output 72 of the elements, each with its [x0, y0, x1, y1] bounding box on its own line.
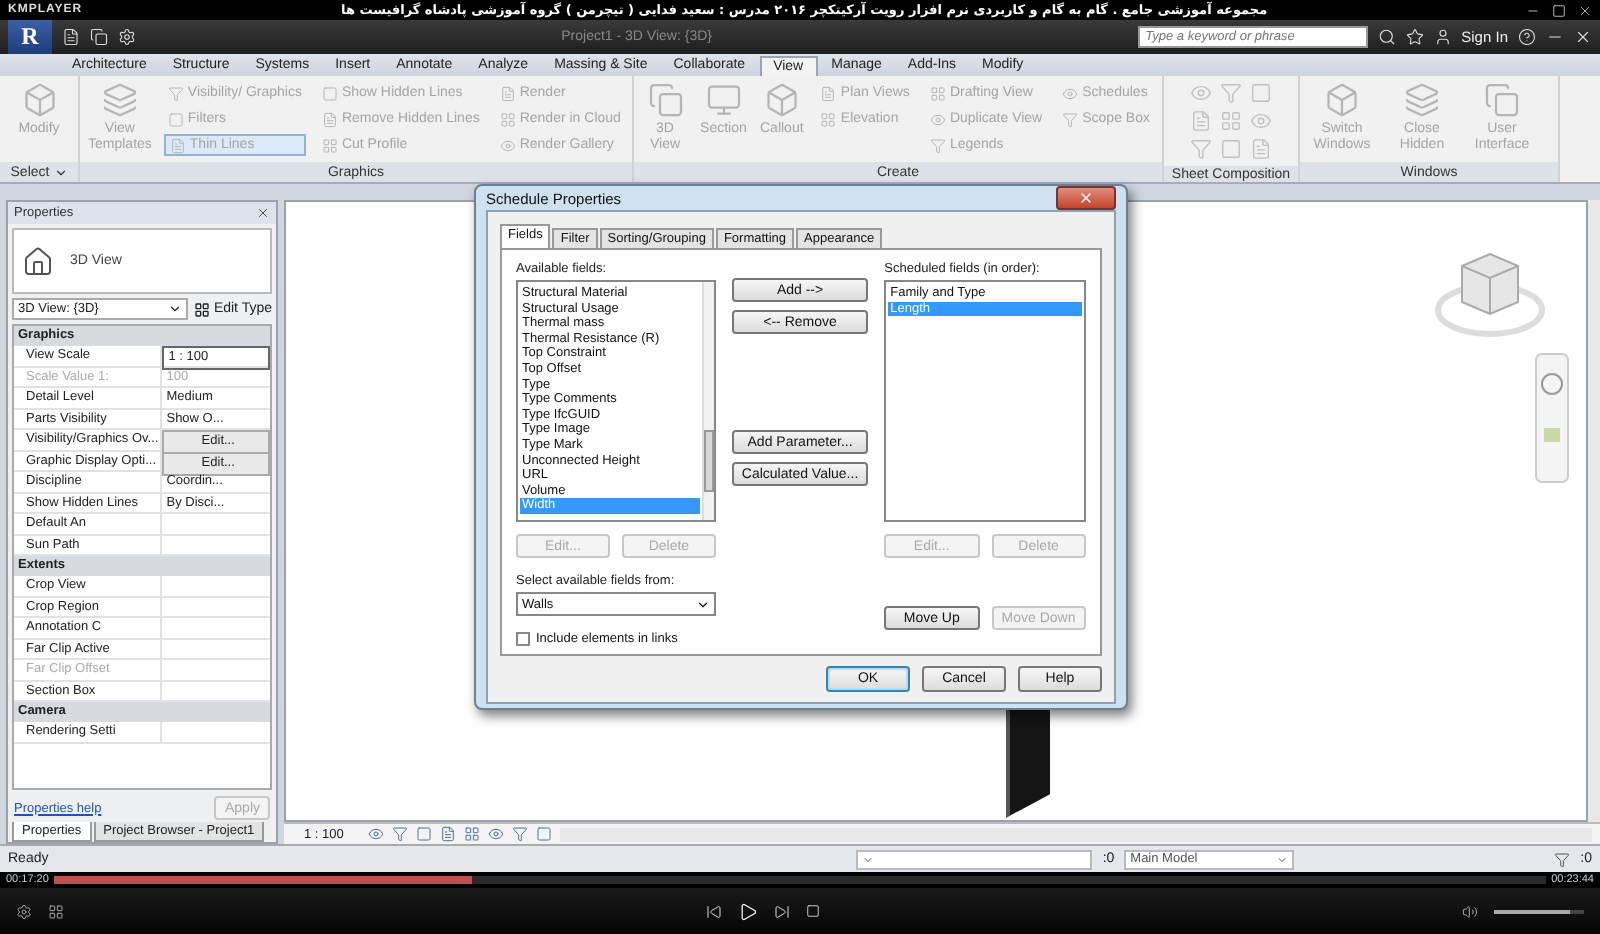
tool-icon [321, 85, 338, 101]
star-icon [1405, 28, 1424, 46]
stop-icon [806, 904, 820, 918]
navigation-bar-drawing[interactable] [1534, 352, 1570, 484]
tool-icon [499, 111, 516, 127]
tool-icon [167, 111, 184, 127]
caret-icon [695, 597, 710, 611]
caret-icon [167, 302, 182, 316]
user-icon [1433, 28, 1452, 46]
grid-icon [193, 301, 210, 317]
caret-icon [1276, 853, 1289, 865]
view-control-icon [487, 826, 504, 842]
tool-icon [1219, 138, 1241, 160]
copy-icon [90, 28, 108, 46]
volume-icon [1462, 903, 1478, 919]
maximize-icon [1552, 3, 1566, 17]
view-control-icon [439, 826, 456, 842]
view-control-icon [511, 826, 528, 842]
close-icon [1078, 190, 1094, 206]
tool-icon [499, 85, 516, 101]
filter-icon [1554, 851, 1571, 867]
tool-icon [1249, 138, 1271, 160]
application-menu-button[interactable]: R [8, 20, 52, 54]
tool-icon [1062, 85, 1079, 101]
tool-icon [1404, 82, 1440, 118]
tool-icon [820, 85, 837, 101]
tool-icon [1484, 82, 1520, 118]
tool-icon [1249, 82, 1271, 104]
previous-icon [706, 903, 722, 919]
gear-icon [118, 28, 136, 46]
close-icon [1574, 28, 1592, 46]
tool-icon [1324, 82, 1360, 118]
tool-icon [321, 137, 338, 153]
view-control-icon [367, 826, 384, 842]
next-icon [774, 903, 790, 919]
house-icon [22, 245, 54, 277]
tool-icon [1219, 82, 1241, 104]
tool-icon [929, 85, 946, 101]
tool-icon [763, 82, 800, 118]
grid-icon [48, 903, 64, 919]
tool-icon [1189, 82, 1211, 104]
tool-icon [929, 111, 946, 127]
tool-icon [1249, 110, 1271, 132]
tool-icon [1189, 110, 1211, 132]
tool-icon [1219, 110, 1241, 132]
tool-icon [820, 111, 837, 127]
play-icon [738, 901, 758, 921]
tool-icon [101, 82, 138, 118]
tool-icon [321, 111, 338, 127]
close-icon [256, 206, 270, 220]
tool-icon [1189, 138, 1211, 160]
tool-icon [499, 137, 516, 153]
gear-icon [16, 903, 32, 919]
tool-icon [705, 82, 742, 118]
search-icon [1377, 28, 1396, 46]
tool-icon [647, 82, 684, 118]
caret-icon [862, 853, 875, 865]
tool-icon [929, 137, 946, 153]
seek-bar[interactable] [54, 876, 1546, 884]
help-icon [1518, 28, 1536, 46]
document-icon [62, 28, 80, 46]
view-control-icon [415, 826, 432, 842]
view-control-icon [463, 826, 480, 842]
tool-icon [1062, 111, 1079, 127]
tool-icon [21, 82, 57, 118]
view-control-icon [391, 826, 408, 842]
workset-dropdown[interactable] [856, 849, 1093, 869]
tool-icon [167, 85, 184, 101]
close-button[interactable] [1056, 186, 1116, 210]
view-control-icon [535, 826, 552, 842]
close-icon [1578, 3, 1592, 17]
tool-icon [169, 137, 186, 153]
